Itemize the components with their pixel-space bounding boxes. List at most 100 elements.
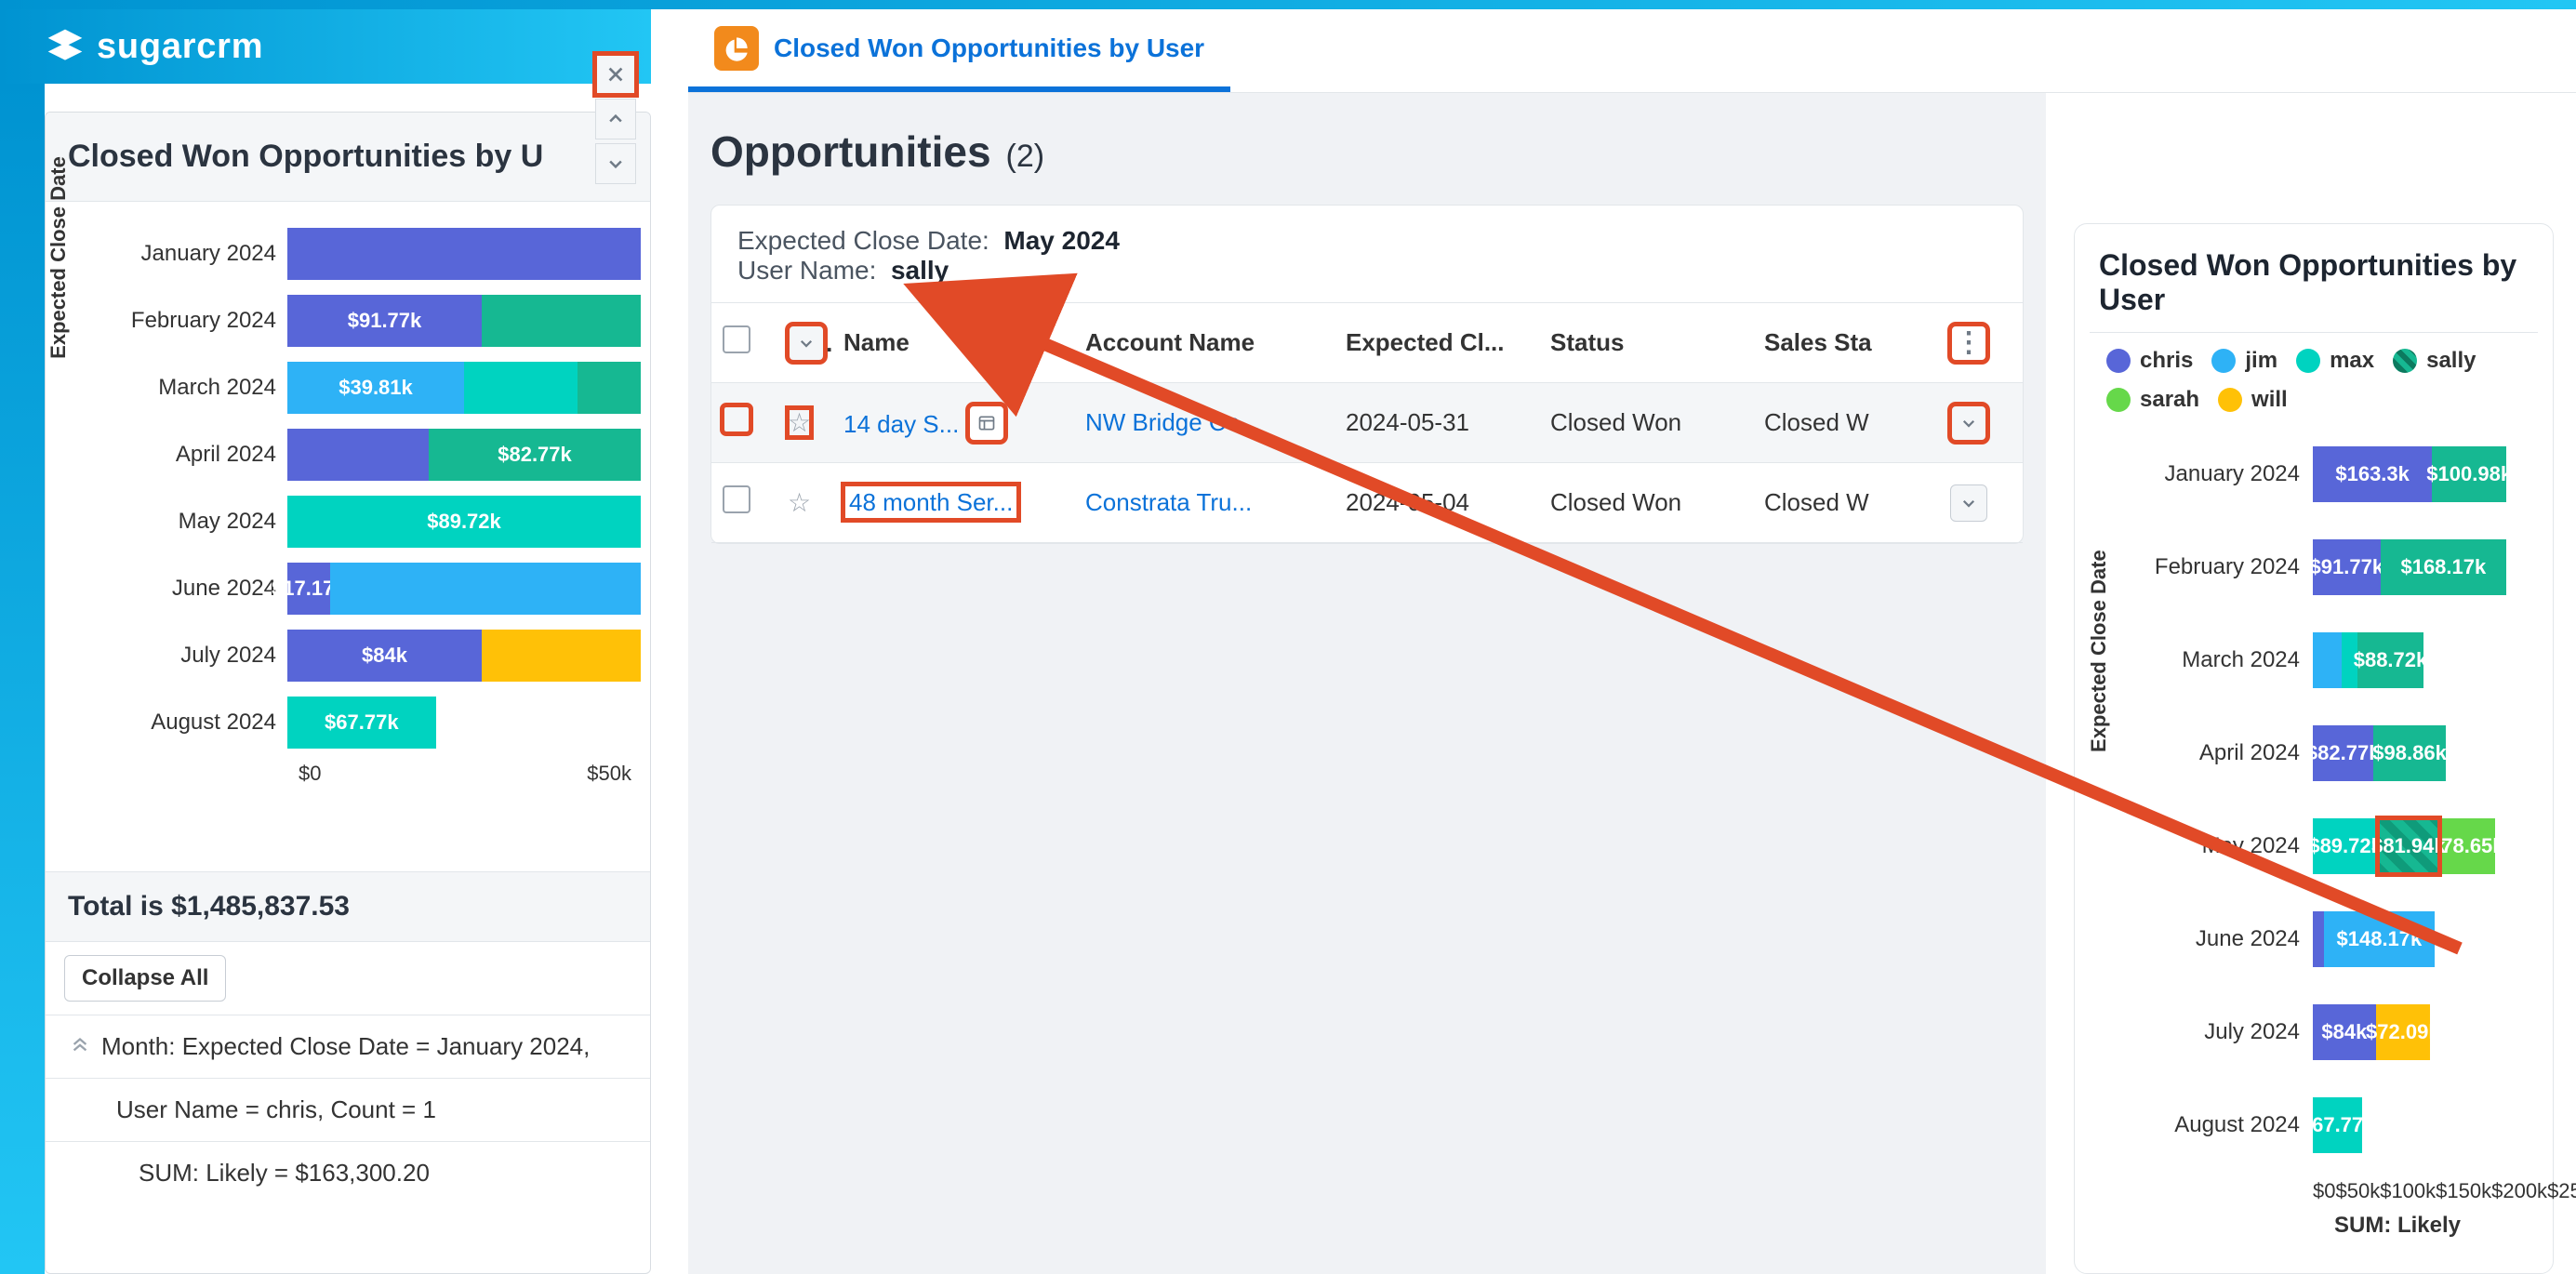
chart-segment[interactable]: $72.09k [2376,1004,2430,1060]
row-actions-dropdown[interactable] [1950,405,1987,442]
right-chart[interactable]: Expected Close Date January 2024$163.3k$… [2090,428,2538,1239]
drawer-down-button[interactable] [595,143,636,184]
column-menu-button[interactable]: ⋮ [1950,325,1987,362]
chart-segment[interactable]: $168.17k [2381,539,2507,595]
chart-segment[interactable] [330,563,641,615]
chart-segment[interactable]: $81.94k [2378,818,2438,874]
left-chart-category: March 2024 [101,375,287,401]
chart-segment[interactable] [2313,632,2342,688]
chart-segment[interactable]: $39.81k [287,362,464,414]
left-chart-row[interactable]: April 2024$82.77k [101,421,641,488]
row-actions-dropdown[interactable] [1950,484,1987,522]
right-chart-row[interactable]: May 2024$89.72k$81.94k$78.65k [2145,800,2538,893]
axis-tick: $100k [2380,1179,2436,1203]
preview-button[interactable] [968,405,1005,442]
left-chart-row[interactable]: February 2024$91.77k [101,287,641,354]
chart-segment[interactable]: $89.72k [287,496,641,548]
legend-item-jim[interactable]: jim [2211,348,2277,374]
favorite-star[interactable]: ☆ [788,408,811,437]
right-chart-row[interactable]: February 2024$91.77k$168.17k [2145,521,2538,614]
legend-item-chris[interactable]: chris [2106,348,2193,374]
left-chart-row[interactable]: March 2024$39.81k [101,354,641,421]
account-link[interactable]: Constrata Tru... [1085,488,1252,516]
column-header[interactable]: Account Name [1074,319,1334,366]
left-chart-row[interactable]: July 2024$84k [101,622,641,689]
column-header[interactable]: Sales Sta [1753,319,1939,366]
right-chart-row[interactable]: April 2024$82.77k$98.86k [2145,707,2538,800]
tree-label: SUM: Likely = $163,300.20 [139,1159,430,1188]
chart-segment[interactable]: $82.77k [429,429,641,481]
chart-segment[interactable]: $91.77k [287,295,482,347]
page-title: Opportunities (2) [710,126,2024,177]
legend-item-max[interactable]: max [2296,348,2374,374]
chart-segment[interactable]: $67.77k [2313,1097,2362,1153]
legend-item-sarah[interactable]: sarah [2106,387,2199,413]
legend-label: chris [2140,348,2193,374]
left-chart-row[interactable]: August 2024$67.77k [101,689,641,756]
chart-segment[interactable] [2313,911,2324,967]
right-chart-row[interactable]: July 2024$84k$72.09k [2145,986,2538,1079]
table-row[interactable]: ☆14 day S...NW Bridge Co...2024-05-31Clo… [711,383,2023,463]
stack-icon [45,26,86,67]
left-chart-row[interactable]: June 2024$17.17k [101,555,641,622]
row-checkbox[interactable] [723,405,750,433]
column-header[interactable]: Name [832,319,1074,366]
right-chart-category: March 2024 [2145,647,2313,673]
legend-swatch [2106,388,2131,412]
legend-item-sally[interactable]: sally [2393,348,2476,374]
cell-status: Closed Won [1539,399,1753,446]
left-chart-row[interactable]: January 2024 [101,220,641,287]
chart-segment[interactable]: $88.72k [2357,632,2423,688]
left-total: Total is $1,485,837.53 [46,871,650,941]
tree-row-month[interactable]: Month: Expected Close Date = January 202… [46,1015,650,1078]
chart-segment[interactable]: $78.65k [2439,818,2496,874]
opportunity-name-link[interactable]: 48 month Ser... [843,484,1018,520]
chart-segment[interactable]: $91.77k [2313,539,2381,595]
right-chart-row[interactable]: January 2024$163.3k$100.98k [2145,428,2538,521]
table-row[interactable]: ☆48 month Ser...Constrata Tru...2024-05-… [711,463,2023,543]
select-dropdown[interactable] [788,325,825,362]
collapse-all-button[interactable]: Collapse All [64,955,226,1002]
left-chart[interactable]: Expected Close Date January 2024February… [46,202,650,871]
chart-segment[interactable] [482,630,641,682]
right-chart-row[interactable]: March 2024 $88.72k [2145,614,2538,707]
chart-segment[interactable] [464,362,578,414]
legend-swatch [2296,349,2320,373]
chart-segment[interactable]: $67.77k [287,697,436,749]
drawer-up-button[interactable] [595,99,636,139]
column-header[interactable]: Expected Cl... [1334,319,1539,366]
chart-segment[interactable] [287,429,429,481]
chart-segment[interactable] [482,295,641,347]
tree-row-user[interactable]: User Name = chris, Count = 1 [46,1078,650,1141]
left-gradient [0,84,45,1274]
close-drawer-button[interactable] [595,54,636,95]
chart-segment[interactable]: $89.72k [2313,818,2378,874]
chart-segment[interactable]: $17.17k [287,563,330,615]
favorite-star[interactable]: ☆ [788,488,811,517]
opportunity-name-link[interactable]: 14 day S... [843,410,959,438]
chart-segment[interactable]: $100.98k [2432,446,2506,502]
legend-swatch [2106,349,2131,373]
right-chart-row[interactable]: June 2024 $148.17k [2145,893,2538,986]
right-chart-category: June 2024 [2145,926,2313,952]
chart-segment[interactable] [287,228,641,280]
row-checkbox[interactable] [723,485,750,513]
column-header[interactable]: Status [1539,319,1753,366]
tree-row-sum[interactable]: SUM: Likely = $163,300.20 [46,1141,650,1204]
chart-segment[interactable]: $163.3k [2313,446,2432,502]
chart-segment[interactable]: $82.77k [2313,725,2373,781]
chart-segment[interactable]: $148.17k [2324,911,2435,967]
account-link[interactable]: NW Bridge Co... [1085,408,1260,436]
select-all-checkbox[interactable] [723,325,750,353]
chart-segment[interactable] [578,362,641,414]
right-chart-row[interactable]: August 2024$67.77k [2145,1079,2538,1172]
left-dashlet-title: Closed Won Opportunities by U [46,113,650,202]
chart-segment[interactable]: $84k [287,630,482,682]
tab-closed-won[interactable]: Closed Won Opportunities by User [688,9,1230,92]
left-chart-row[interactable]: May 2024$89.72k [101,488,641,555]
legend-item-will[interactable]: will [2218,387,2288,413]
right-chart-category: January 2024 [2145,461,2313,487]
filter-summary: Expected Close Date: May 2024 User Name:… [711,206,2023,303]
tree-label: Month: Expected Close Date = January 202… [101,1032,590,1061]
chart-segment[interactable]: $98.86k [2373,725,2445,781]
